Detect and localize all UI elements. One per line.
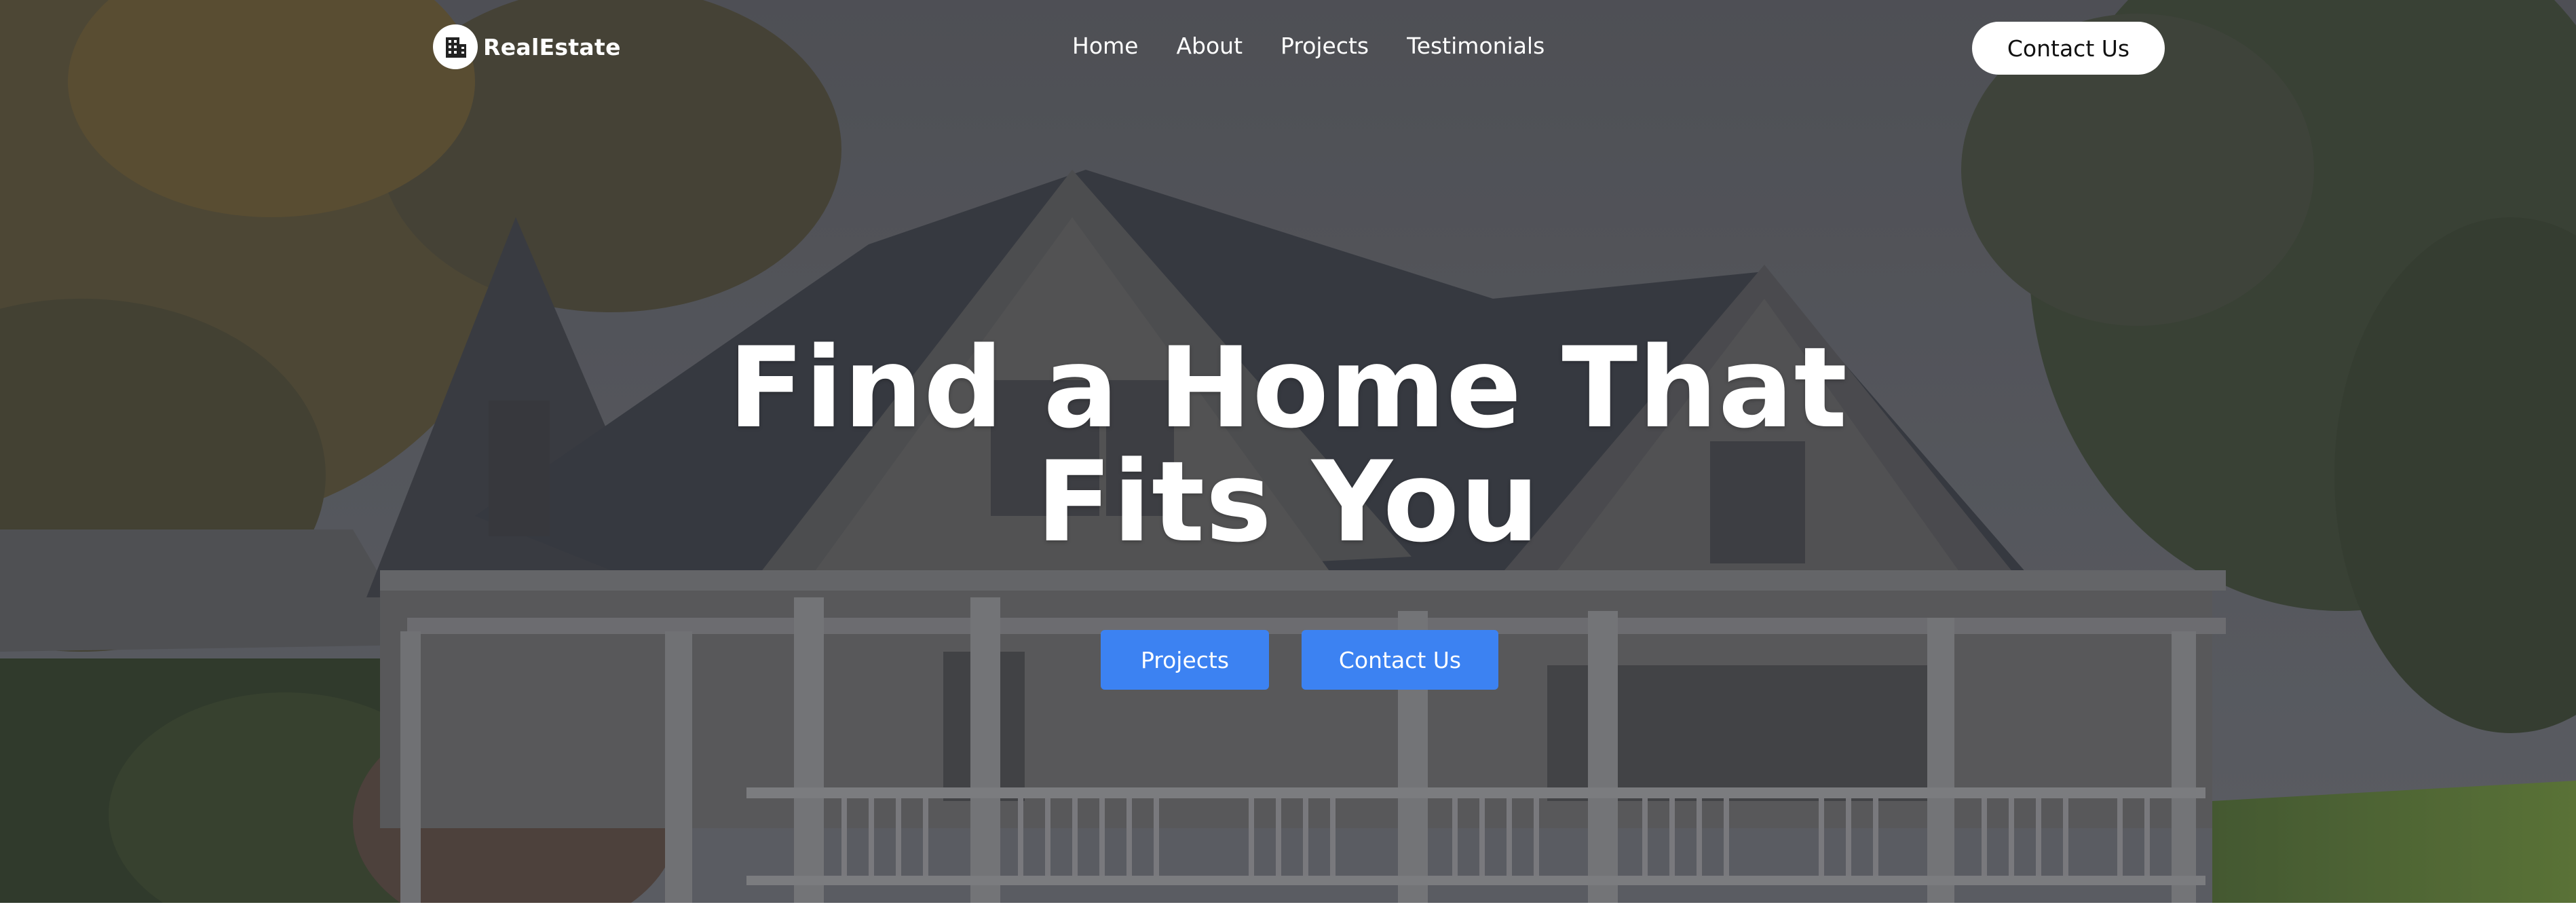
nav-menu: Home About Projects Testimonials	[1072, 33, 1545, 59]
brand-logo[interactable]: RealEstate	[433, 24, 621, 69]
nav-item-about[interactable]: About	[1176, 33, 1243, 59]
projects-button[interactable]: Projects	[1101, 630, 1269, 690]
hero-title-line-2: Fits You	[1036, 437, 1540, 567]
hero-title: Find a Home That Fits You	[609, 331, 1967, 559]
nav-item-projects[interactable]: Projects	[1281, 33, 1369, 59]
contact-us-button[interactable]: Contact Us	[1302, 630, 1498, 690]
brand-name: RealEstate	[483, 33, 621, 60]
top-navigation: RealEstate Home About Projects Testimoni…	[0, 0, 2576, 98]
nav-item-home[interactable]: Home	[1072, 33, 1138, 59]
building-icon	[433, 24, 478, 69]
page-bottom-edge	[0, 903, 2576, 911]
hero-title-line-1: Find a Home That	[727, 323, 1849, 453]
nav-item-testimonials[interactable]: Testimonials	[1407, 33, 1545, 59]
nav-contact-button[interactable]: Contact Us	[1972, 22, 2165, 75]
